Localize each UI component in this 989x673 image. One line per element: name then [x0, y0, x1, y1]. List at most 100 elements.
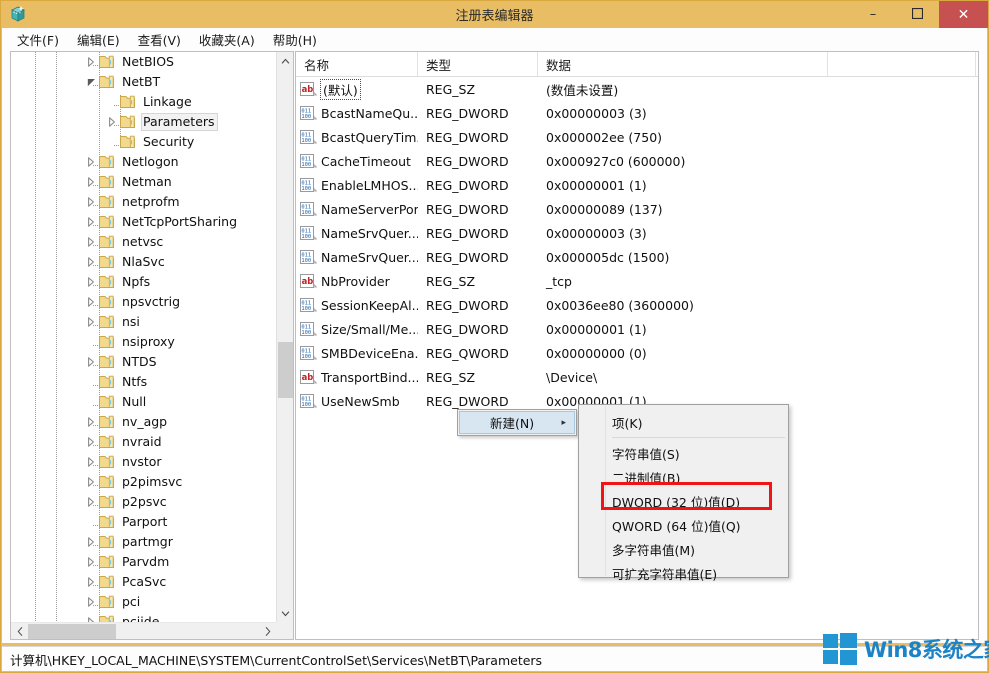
tree-item-nlasvc[interactable]: NlaSvc [11, 252, 276, 272]
context-menu-item-5[interactable]: 多字符串值(M) [580, 537, 787, 561]
expander-collapsed-icon[interactable] [84, 232, 98, 252]
value-row[interactable]: 011 100 SMBDeviceEna... REG_QWORD 0x00000000… [296, 341, 978, 365]
expander-expanded-icon[interactable] [84, 72, 98, 92]
tree-scroll-right-button[interactable] [259, 623, 276, 639]
tree-item-netman[interactable]: Netman [11, 172, 276, 192]
tree-item-npsvctrig[interactable]: npsvctrig [11, 292, 276, 312]
tree-item-netprofm[interactable]: netprofm [11, 192, 276, 212]
value-row[interactable]: ab TransportBind... REG_SZ \Device\ [296, 365, 978, 389]
menu-file[interactable]: 文件(F) [8, 27, 68, 52]
close-button[interactable]: ✕ [939, 1, 988, 28]
values-list[interactable]: ab (默认) REG_SZ (数值未设置) 011 100 BcastNameQu... R… [296, 77, 978, 413]
value-row[interactable]: 011 100 SessionKeepAl... REG_DWORD 0x0036ee8… [296, 293, 978, 317]
registry-tree[interactable]: NetBIOS NetBT Linkage Parameters Security Net… [11, 52, 276, 622]
column-header-name[interactable]: 名称 [296, 52, 418, 76]
tree-hscrollbar-thumb[interactable] [28, 624, 116, 639]
expander-collapsed-icon[interactable] [84, 532, 98, 552]
context-menu-item-6[interactable]: 可扩充字符串值(E) [580, 561, 787, 585]
maximize-button[interactable] [895, 1, 939, 28]
expander-collapsed-icon[interactable] [84, 152, 98, 172]
tree-horizontal-scrollbar[interactable] [11, 622, 276, 639]
context-menu-item-2[interactable]: 二进制值(B) [580, 465, 787, 489]
menu-help[interactable]: 帮助(H) [264, 27, 326, 52]
tree-item-netlogon[interactable]: Netlogon [11, 152, 276, 172]
column-header-extra[interactable] [828, 52, 976, 76]
expander-collapsed-icon[interactable] [84, 272, 98, 292]
menu-edit[interactable]: 编辑(E) [68, 27, 129, 52]
expander-collapsed-icon[interactable] [84, 52, 98, 72]
expander-collapsed-icon[interactable] [105, 112, 119, 132]
tree-item-nsiproxy[interactable]: nsiproxy [11, 332, 276, 352]
expander-collapsed-icon[interactable] [84, 412, 98, 432]
value-row[interactable]: 011 100 BcastQueryTim... REG_DWORD 0x000002e… [296, 125, 978, 149]
tree-item-pci[interactable]: pci [11, 592, 276, 612]
tree-item-security[interactable]: Security [11, 132, 276, 152]
tree-item-parvdm[interactable]: Parvdm [11, 552, 276, 572]
expander-collapsed-icon[interactable] [84, 492, 98, 512]
tree-scroll-left-button[interactable] [11, 623, 28, 639]
expander-collapsed-icon[interactable] [84, 292, 98, 312]
tree-item-nsi[interactable]: nsi [11, 312, 276, 332]
value-data: (数值未设置) [546, 82, 619, 98]
expander-collapsed-icon[interactable] [84, 252, 98, 272]
tree-item-netvsc[interactable]: netvsc [11, 232, 276, 252]
minimize-button[interactable]: – [851, 1, 895, 28]
expander-collapsed-icon[interactable] [84, 572, 98, 592]
tree-item-partmgr[interactable]: partmgr [11, 532, 276, 552]
value-row[interactable]: 011 100 Size/Small/Me... REG_DWORD 0x0000000… [296, 317, 978, 341]
value-name-cell: 011 100 SessionKeepAl... [296, 297, 418, 313]
tree-item-nv-agp[interactable]: nv_agp [11, 412, 276, 432]
expander-collapsed-icon[interactable] [84, 612, 98, 622]
expander-collapsed-icon[interactable] [84, 312, 98, 332]
expander-collapsed-icon[interactable] [84, 172, 98, 192]
menu-favorites[interactable]: 收藏夹(A) [190, 27, 264, 52]
expander-none [84, 512, 98, 532]
column-header-type[interactable]: 类型 [418, 52, 538, 76]
expander-collapsed-icon[interactable] [84, 452, 98, 472]
value-row[interactable]: 011 100 CacheTimeout REG_DWORD 0x000927c0 (6… [296, 149, 978, 173]
column-header-data[interactable]: 数据 [538, 52, 828, 76]
tree-item-netbios[interactable]: NetBIOS [11, 52, 276, 72]
value-row[interactable]: 011 100 EnableLMHOS... REG_DWORD 0x00000001 … [296, 173, 978, 197]
menu-view[interactable]: 查看(V) [129, 27, 190, 52]
expander-collapsed-icon[interactable] [84, 592, 98, 612]
expander-collapsed-icon[interactable] [84, 212, 98, 232]
tree-item-null[interactable]: Null [11, 392, 276, 412]
context-menu-item-1[interactable]: 字符串值(S) [580, 441, 787, 465]
context-menu-item-3[interactable]: DWORD (32 位)值(D) [580, 489, 787, 513]
value-row[interactable]: 011 100 BcastNameQu... REG_DWORD 0x00000003 … [296, 101, 978, 125]
value-row[interactable]: ab (默认) REG_SZ (数值未设置) [296, 77, 978, 101]
tree-item-pciide[interactable]: pciide [11, 612, 276, 622]
tree-item-label: Netlogon [122, 154, 179, 169]
tree-item-p2pimsvc[interactable]: p2pimsvc [11, 472, 276, 492]
context-menu-item-0[interactable]: 项(K) [580, 410, 787, 434]
tree-item-netbt[interactable]: NetBT [11, 72, 276, 92]
value-row[interactable]: 011 100 NameSrvQuer... REG_DWORD 0x000005dc … [296, 245, 978, 269]
tree-item-nvstor[interactable]: nvstor [11, 452, 276, 472]
expander-collapsed-icon[interactable] [84, 552, 98, 572]
tree-item-npfs[interactable]: Npfs [11, 272, 276, 292]
expander-collapsed-icon[interactable] [84, 352, 98, 372]
tree-item-nettcpportsharing[interactable]: NetTcpPortSharing [11, 212, 276, 232]
tree-item-nvraid[interactable]: nvraid [11, 432, 276, 452]
tree-scrollbar-thumb[interactable] [278, 342, 293, 398]
tree-vertical-scrollbar[interactable] [276, 52, 293, 622]
context-menu-item-new[interactable]: 新建(N) ▸ [459, 411, 575, 434]
context-menu-item-4[interactable]: QWORD (64 位)值(Q) [580, 513, 787, 537]
expander-collapsed-icon[interactable] [84, 472, 98, 492]
tree-item-ntds[interactable]: NTDS [11, 352, 276, 372]
tree-item-p2psvc[interactable]: p2psvc [11, 492, 276, 512]
expander-collapsed-icon[interactable] [84, 432, 98, 452]
tree-item-ntfs[interactable]: Ntfs [11, 372, 276, 392]
tree-item-parameters[interactable]: Parameters [11, 112, 276, 132]
tree-item-linkage[interactable]: Linkage [11, 92, 276, 112]
context-submenu-new-types: 项(K) 字符串值(S) 二进制值(B) DWORD (32 位)值(D) QWORD … [578, 404, 789, 582]
value-row[interactable]: ab NbProvider REG_SZ _tcp [296, 269, 978, 293]
tree-scroll-up-button[interactable] [277, 52, 293, 69]
tree-item-parport[interactable]: Parport [11, 512, 276, 532]
tree-scroll-down-button[interactable] [277, 605, 293, 622]
tree-item-pcasvc[interactable]: PcaSvc [11, 572, 276, 592]
value-row[interactable]: 011 100 NameSrvQuer... REG_DWORD 0x00000003 … [296, 221, 978, 245]
value-row[interactable]: 011 100 NameServerPort REG_DWORD 0x00000089 … [296, 197, 978, 221]
expander-collapsed-icon[interactable] [84, 192, 98, 212]
